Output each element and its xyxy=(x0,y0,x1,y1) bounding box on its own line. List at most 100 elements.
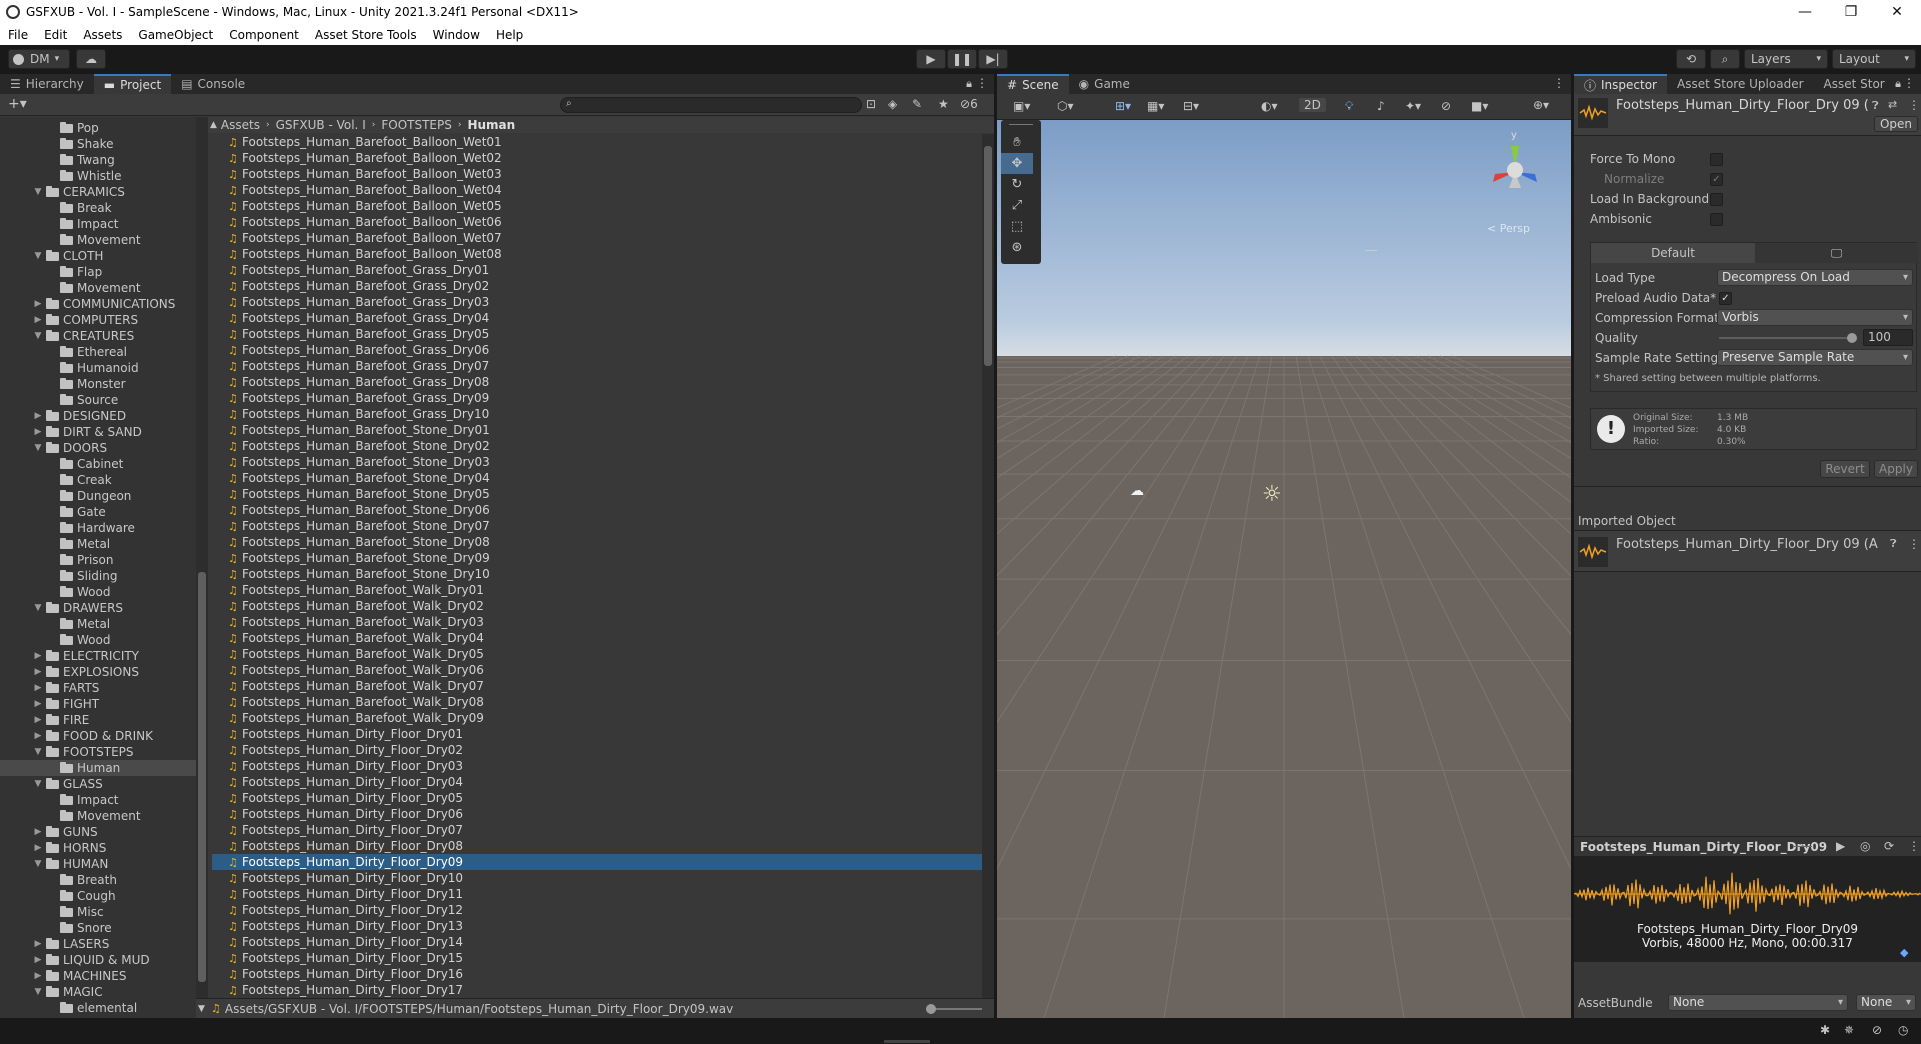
inspector-lock-icon[interactable]: 🔒︎ xyxy=(1895,77,1901,91)
layout-dropdown[interactable]: Layout ▾ xyxy=(1832,49,1916,69)
asset-row[interactable]: ♫ Footsteps_Human_Barefoot_Grass_Dry10 xyxy=(212,406,982,422)
history-icon[interactable]: ⟲ xyxy=(1676,49,1706,69)
tree-item[interactable]: Impact xyxy=(0,216,196,232)
asset-row[interactable]: ♫ Footsteps_Human_Barefoot_Balloon_Wet04 xyxy=(212,182,982,198)
tree-item[interactable]: ▶ FARTS xyxy=(0,680,196,696)
preset-icon[interactable]: ⇄ xyxy=(1888,98,1897,111)
imported-menu-icon[interactable]: ⋮ xyxy=(1908,537,1920,551)
tree-expand-arrow-icon[interactable]: ▶ xyxy=(32,952,44,968)
tree-item[interactable]: Gate xyxy=(0,504,196,520)
preview-play-icon[interactable]: ▶ xyxy=(1836,839,1845,853)
header-menu-icon[interactable]: ⋮ xyxy=(1908,98,1920,112)
tree-expand-arrow-icon[interactable]: ▶ xyxy=(32,408,44,424)
gizmos-icon[interactable]: ⊕▾ xyxy=(1533,98,1549,112)
hidden-packages-icon[interactable]: ⊘6 xyxy=(960,97,978,111)
preview-loop-icon[interactable]: ⟳ xyxy=(1884,839,1894,853)
asset-list-scrollbar-thumb[interactable] xyxy=(984,146,992,366)
layers-dropdown[interactable]: Layers ▾ xyxy=(1744,49,1828,69)
tree-item[interactable]: Wood xyxy=(0,632,196,648)
projection-label[interactable]: < Persp xyxy=(1487,222,1530,235)
menu-file[interactable]: File xyxy=(0,28,36,42)
tree-item[interactable]: Misc xyxy=(0,904,196,920)
tab-scene[interactable]: # Scene xyxy=(997,74,1069,94)
restore-icon[interactable]: ❐ xyxy=(1828,0,1874,24)
camera-icon[interactable]: ■▾ xyxy=(1471,99,1488,113)
tree-item[interactable]: elemental xyxy=(0,1000,196,1016)
quality-input[interactable]: 100 xyxy=(1863,329,1913,346)
asset-row[interactable]: ♫ Footsteps_Human_Barefoot_Balloon_Wet02 xyxy=(212,150,982,166)
tree-expand-arrow-icon[interactable]: ▼ xyxy=(32,184,44,200)
lighting-icon[interactable]: 💡︎ xyxy=(1345,99,1353,114)
asset-row[interactable]: ♫ Footsteps_Human_Dirty_Floor_Dry06 xyxy=(212,806,982,822)
tree-item[interactable]: ▶ MACHINES xyxy=(0,968,196,984)
tree-item[interactable]: Movement xyxy=(0,280,196,296)
tree-item[interactable]: Twang xyxy=(0,152,196,168)
account-dropdown[interactable]: DM ▾ xyxy=(8,49,70,69)
preview-menu-icon[interactable]: ⋮ xyxy=(1908,839,1920,853)
tree-expand-arrow-icon[interactable]: ▶ xyxy=(32,968,44,984)
tree-item[interactable]: ▶ EXPLOSIONS xyxy=(0,664,196,680)
quality-slider-handle[interactable] xyxy=(1847,333,1857,343)
asset-row[interactable]: ♫ Footsteps_Human_Barefoot_Grass_Dry03 xyxy=(212,294,982,310)
tree-item[interactable]: Breath xyxy=(0,872,196,888)
tree-expand-arrow-icon[interactable]: ▼ xyxy=(32,328,44,344)
assetbundle-dropdown[interactable]: None xyxy=(1668,994,1848,1011)
tree-item[interactable]: Whistle xyxy=(0,168,196,184)
tree-item[interactable]: ▶ LASERS xyxy=(0,936,196,952)
asset-row[interactable]: ♫ Footsteps_Human_Barefoot_Balloon_Wet03 xyxy=(212,166,982,182)
search-by-type-icon[interactable]: ⊡ xyxy=(866,97,876,111)
tree-item[interactable]: ▼ CLOTH xyxy=(0,248,196,264)
search-input[interactable]: ⌕ xyxy=(560,97,862,113)
panel-menu-icon[interactable]: ⋮ xyxy=(976,76,988,90)
cloud-icon[interactable]: ☁ xyxy=(76,49,106,69)
asset-row[interactable]: ♫ Footsteps_Human_Barefoot_Stone_Dry03 xyxy=(212,454,982,470)
search-by-label-icon[interactable]: ◈ xyxy=(888,97,897,111)
tree-item[interactable]: Metal xyxy=(0,536,196,552)
pause-button[interactable]: ❚❚ xyxy=(947,49,977,69)
asset-row[interactable]: ♫ Footsteps_Human_Dirty_Floor_Dry02 xyxy=(212,742,982,758)
asset-label-icon[interactable]: ◆ xyxy=(1900,946,1908,959)
asset-row[interactable]: ♫ Footsteps_Human_Dirty_Floor_Dry03 xyxy=(212,758,982,774)
tree-item[interactable]: Hardware xyxy=(0,520,196,536)
tab-inspector[interactable]: ⓘ Inspector xyxy=(1574,74,1667,94)
tree-expand-arrow-icon[interactable]: ▼ xyxy=(32,984,44,1000)
tree-expand-arrow-icon[interactable]: ▶ xyxy=(32,664,44,680)
tree-expand-arrow-icon[interactable]: ▶ xyxy=(32,312,44,328)
normalize-checkbox[interactable]: ✓ xyxy=(1710,173,1723,186)
compression-format-dropdown[interactable]: Vorbis xyxy=(1717,309,1913,326)
tree-item[interactable]: ▼ CREATURES xyxy=(0,328,196,344)
tree-item[interactable]: Creak xyxy=(0,472,196,488)
asset-row[interactable]: ♫ Footsteps_Human_Barefoot_Stone_Dry05 xyxy=(212,486,982,502)
tree-item[interactable]: Sliding xyxy=(0,568,196,584)
tree-item[interactable]: ▼ DOORS xyxy=(0,440,196,456)
tree-item[interactable]: ▼ GLASS xyxy=(0,776,196,792)
menu-gameobject[interactable]: GameObject xyxy=(130,28,221,42)
asset-row[interactable]: ♫ Footsteps_Human_Barefoot_Balloon_Wet08 xyxy=(212,246,982,262)
minimize-icon[interactable]: — xyxy=(1782,0,1828,24)
scale-tool-icon[interactable]: ⤢ xyxy=(1001,195,1033,216)
tab-console[interactable]: ▤ Console xyxy=(171,74,255,94)
revert-button[interactable]: Revert xyxy=(1820,460,1870,478)
tree-expand-arrow-icon[interactable]: ▼ xyxy=(32,856,44,872)
increment-snap-icon[interactable]: ⊟▾ xyxy=(1183,99,1199,113)
breadcrumb-gsfxub[interactable]: GSFXUB - Vol. I xyxy=(276,118,366,132)
menu-component[interactable]: Component xyxy=(221,28,307,42)
scene-viewport[interactable]: ✋︎ ✥ ↻ ⤢ ⬚ ⊛ y < Persp ☁ ☼ xyxy=(997,120,1571,1018)
directional-light-icon[interactable]: ☼ xyxy=(1262,482,1282,507)
asset-row[interactable]: ♫ Footsteps_Human_Barefoot_Walk_Dry09 xyxy=(212,710,982,726)
tree-item[interactable]: ▶ FIRE xyxy=(0,712,196,728)
tab-hierarchy[interactable]: ☰ Hierarchy xyxy=(0,74,94,94)
tree-expand-arrow-icon[interactable]: ▶ xyxy=(32,296,44,312)
inspector-menu-icon[interactable]: ⋮ xyxy=(1903,76,1915,90)
lock-icon[interactable]: 🔒︎ xyxy=(966,77,972,91)
tree-scrollbar-thumb[interactable] xyxy=(198,572,206,982)
tree-item[interactable]: Snore xyxy=(0,920,196,936)
audio-source-gizmo-icon[interactable]: ☁ xyxy=(1130,483,1144,499)
menu-assets[interactable]: Assets xyxy=(75,28,130,42)
transform-tool-icon[interactable]: ⊛ xyxy=(1001,237,1033,258)
quality-slider[interactable] xyxy=(1719,333,1857,343)
icon-size-slider-handle[interactable] xyxy=(926,1004,936,1014)
asset-row[interactable]: ♫ Footsteps_Human_Barefoot_Stone_Dry06 xyxy=(212,502,982,518)
tree-expand-arrow-icon[interactable]: ▶ xyxy=(32,696,44,712)
asset-row[interactable]: ♫ Footsteps_Human_Dirty_Floor_Dry10 xyxy=(212,870,982,886)
